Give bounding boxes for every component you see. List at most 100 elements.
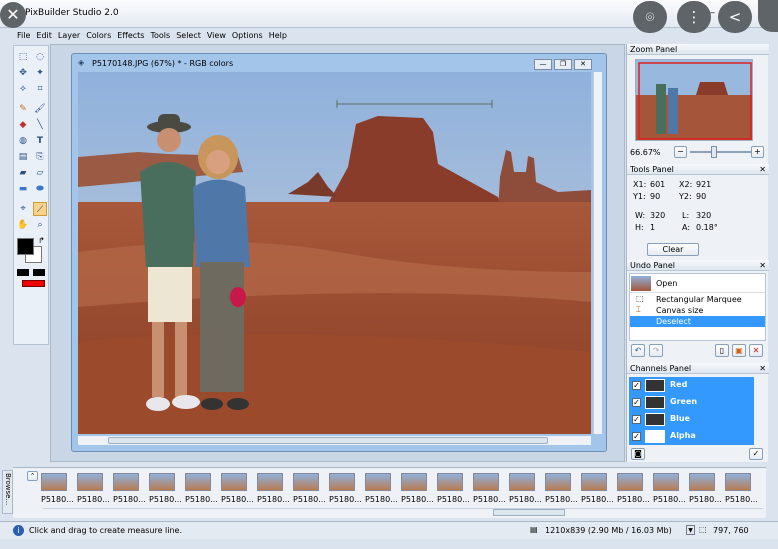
close-icon[interactable]: ✕ xyxy=(759,164,766,175)
more-vertical-icon[interactable]: ⋮ xyxy=(677,1,711,33)
zoom-slider[interactable] xyxy=(690,151,752,153)
crop-icon[interactable]: ⌗ xyxy=(33,82,47,96)
horizontal-scrollbar[interactable] xyxy=(78,436,591,445)
clone-icon[interactable]: ⎘ xyxy=(33,150,47,164)
fill-icon[interactable]: ◍ xyxy=(16,134,30,148)
eyedropper-icon[interactable]: ⌖ xyxy=(16,202,30,216)
doc-minimize-button[interactable]: — xyxy=(534,59,552,70)
menu-effects[interactable]: Effects xyxy=(114,29,147,42)
undo-item-open[interactable]: Open xyxy=(630,274,765,293)
filmstrip-scrollbar[interactable] xyxy=(43,508,763,516)
menu-colors[interactable]: Colors xyxy=(83,29,114,42)
close-icon[interactable]: ✕ xyxy=(759,260,766,271)
magic-wand-icon[interactable]: ✦ xyxy=(33,66,47,80)
move-icon[interactable]: ✥ xyxy=(16,66,30,80)
film-thumbnail[interactable] xyxy=(581,473,607,491)
menu-edit[interactable]: Edit xyxy=(33,29,55,42)
film-thumbnail[interactable] xyxy=(329,473,355,491)
doc-close-button[interactable]: ✕ xyxy=(574,59,592,70)
eraser-icon[interactable]: ◆ xyxy=(16,118,30,132)
film-thumbnail[interactable] xyxy=(401,473,427,491)
channel-green[interactable]: ✓ Green xyxy=(629,394,754,411)
film-thumbnail[interactable] xyxy=(653,473,679,491)
zoom-navigator[interactable] xyxy=(635,59,753,141)
gradient-icon[interactable]: ▤ xyxy=(16,150,30,164)
mask-mode-icon[interactable] xyxy=(17,269,29,276)
dropdown-icon[interactable]: ▼ xyxy=(686,525,695,535)
swap-colors-icon[interactable]: ↱ xyxy=(38,236,45,245)
film-thumbnail[interactable] xyxy=(617,473,643,491)
close-icon[interactable]: ✕ xyxy=(759,363,766,374)
undo-item-rect-marquee[interactable]: ⬚ Rectangular Marquee xyxy=(630,294,765,305)
channel-mask-button[interactable]: ◙ xyxy=(631,448,645,460)
text-icon[interactable]: T xyxy=(33,134,47,148)
zoom-in-button[interactable]: + xyxy=(751,146,764,158)
film-thumbnail[interactable] xyxy=(293,473,319,491)
film-thumbnail[interactable] xyxy=(725,473,751,491)
menu-view[interactable]: View xyxy=(204,29,229,42)
channel-options-button[interactable]: ✓ xyxy=(749,448,763,460)
undo-button[interactable]: ↶ xyxy=(631,344,645,357)
channel-alpha[interactable]: ✓ Alpha xyxy=(629,428,754,445)
checkbox-icon[interactable]: ✓ xyxy=(632,381,641,390)
zoom-icon[interactable]: ⌕ xyxy=(33,218,47,232)
hand-icon[interactable]: ✋ xyxy=(16,218,30,232)
browser-tab[interactable]: Browse... xyxy=(2,470,13,514)
horizontal-scroll-thumb[interactable] xyxy=(108,437,548,444)
film-thumbnail[interactable] xyxy=(437,473,463,491)
undo-item-canvas-size[interactable]: ⌶ Canvas size xyxy=(630,305,765,316)
new-snapshot-button[interactable]: ▯ xyxy=(715,344,729,357)
mask-mode-icon-2[interactable] xyxy=(33,269,45,276)
polygon-lasso-icon[interactable]: ⟡ xyxy=(16,82,30,96)
checkbox-icon[interactable]: ✓ xyxy=(632,398,641,407)
channel-blue[interactable]: ✓ Blue xyxy=(629,411,754,428)
snapshot-button[interactable]: ▣ xyxy=(732,344,746,357)
rect-marquee-icon[interactable]: ⬚ xyxy=(16,50,30,64)
doc-restore-button[interactable]: ❐ xyxy=(554,59,572,70)
smudge-icon[interactable]: ▰ xyxy=(16,166,30,180)
film-thumbnail[interactable] xyxy=(185,473,211,491)
foreground-color-swatch[interactable] xyxy=(17,238,34,255)
checkbox-icon[interactable]: ✓ xyxy=(632,432,641,441)
film-thumbnail[interactable] xyxy=(365,473,391,491)
measure-icon[interactable]: ⟋ xyxy=(33,202,47,216)
zoom-out-button[interactable]: − xyxy=(674,146,687,158)
rect-shape-icon[interactable]: ▬ xyxy=(16,182,30,196)
film-thumbnail[interactable] xyxy=(77,473,103,491)
share-icon[interactable]: < xyxy=(718,1,752,33)
filmstrip-up-button[interactable]: ⌃ xyxy=(27,471,38,481)
film-thumbnail[interactable] xyxy=(473,473,499,491)
film-thumbnail[interactable] xyxy=(41,473,67,491)
film-thumbnail[interactable] xyxy=(509,473,535,491)
filmstrip-scroll-thumb[interactable] xyxy=(493,509,565,516)
film-thumbnail[interactable] xyxy=(113,473,139,491)
redo-button[interactable]: ↷ xyxy=(649,344,663,357)
opacity-color-bar[interactable] xyxy=(22,280,45,287)
zoom-slider-thumb[interactable] xyxy=(711,146,717,158)
undo-item-deselect[interactable]: Deselect xyxy=(630,316,765,327)
ellipse-shape-icon[interactable]: ⬬ xyxy=(33,182,47,196)
lasso-icon[interactable]: ◌ xyxy=(33,50,47,64)
line-icon[interactable]: ╲ xyxy=(33,118,47,132)
close-icon[interactable]: ✕ xyxy=(0,2,26,28)
canvas-image[interactable] xyxy=(78,72,591,434)
dodge-icon[interactable]: ▱ xyxy=(33,166,47,180)
brush-icon[interactable]: 🖌 xyxy=(33,102,47,116)
film-thumbnail[interactable] xyxy=(689,473,715,491)
checkbox-icon[interactable]: ✓ xyxy=(632,415,641,424)
menu-tools[interactable]: Tools xyxy=(147,29,173,42)
pencil-icon[interactable]: ✎ xyxy=(16,102,30,116)
film-thumbnail[interactable] xyxy=(545,473,571,491)
clear-button[interactable]: Clear xyxy=(647,243,699,256)
lens-icon[interactable]: ⌾ xyxy=(633,1,667,33)
vertical-scrollbar[interactable] xyxy=(593,72,602,434)
menu-select[interactable]: Select xyxy=(173,29,204,42)
film-thumbnail[interactable] xyxy=(257,473,283,491)
channel-red[interactable]: ✓ Red xyxy=(629,377,754,394)
menu-layer[interactable]: Layer xyxy=(55,29,83,42)
menu-help[interactable]: Help xyxy=(266,29,290,42)
menu-file[interactable]: File xyxy=(14,29,33,42)
film-thumbnail[interactable] xyxy=(149,473,175,491)
menu-options[interactable]: Options xyxy=(229,29,266,42)
delete-history-button[interactable]: ✕ xyxy=(749,344,763,357)
